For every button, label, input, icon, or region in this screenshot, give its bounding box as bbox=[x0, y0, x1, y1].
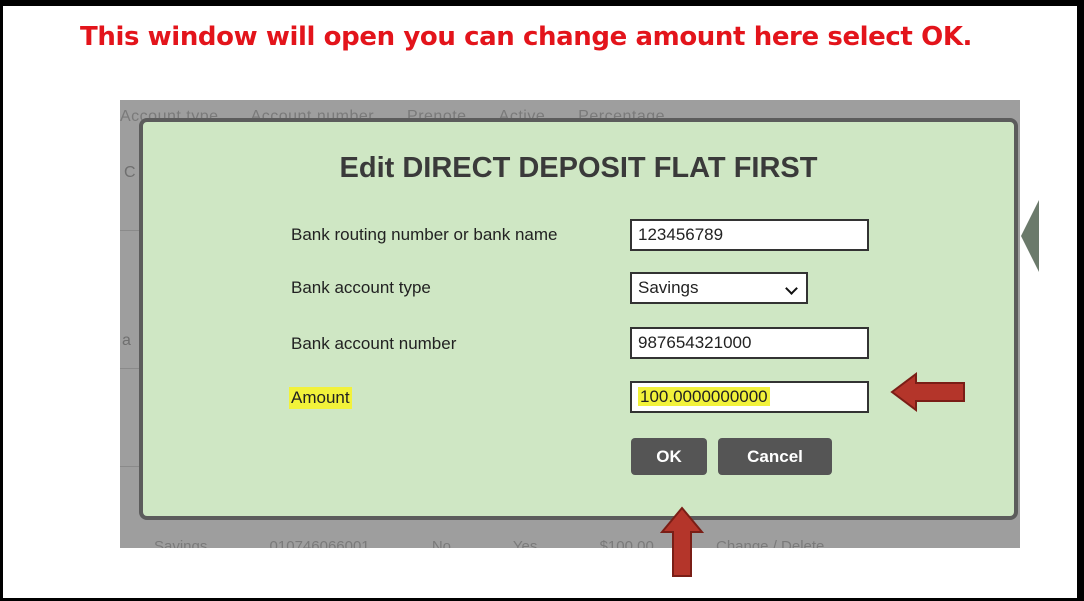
account-number-input[interactable]: 987654321000 bbox=[630, 327, 869, 359]
bg-divider bbox=[120, 466, 140, 467]
chevron-down-icon bbox=[785, 282, 798, 295]
arrow-up-icon bbox=[660, 506, 704, 577]
bg-divider bbox=[120, 230, 140, 231]
bg-cell: Yes bbox=[512, 538, 538, 548]
bg-divider bbox=[120, 368, 140, 369]
cancel-label: Cancel bbox=[747, 447, 803, 466]
routing-value: 123456789 bbox=[638, 225, 724, 244]
bg-fragment-c: C bbox=[124, 164, 136, 181]
account-type-select[interactable]: Savings bbox=[630, 272, 808, 304]
annotation-headline: This window will open you can change amo… bbox=[80, 22, 973, 52]
amount-label: Amount bbox=[289, 387, 352, 409]
background-table-row: Savings 010746066001 No Yes $100.00 Chan… bbox=[154, 538, 1014, 548]
account-number-value: 987654321000 bbox=[638, 333, 752, 352]
routing-label: Bank routing number or bank name bbox=[291, 225, 558, 244]
arrow-left-icon bbox=[890, 372, 965, 412]
bg-cell: Savings bbox=[154, 538, 208, 548]
bg-fragment-la: l a bbox=[120, 332, 131, 349]
amount-input[interactable]: 100.0000000000 bbox=[630, 381, 869, 413]
chevron-left-icon bbox=[1021, 200, 1039, 272]
ok-button[interactable]: OK bbox=[631, 438, 707, 475]
amount-value: 100.0000000000 bbox=[638, 387, 770, 406]
cancel-button[interactable]: Cancel bbox=[718, 438, 832, 475]
dialog-title: Edit DIRECT DEPOSIT FLAT FIRST bbox=[339, 152, 818, 184]
bg-cell: Change / Delete bbox=[715, 538, 825, 548]
account-type-label: Bank account type bbox=[291, 278, 431, 297]
account-number-label: Bank account number bbox=[291, 334, 457, 353]
bg-cell: No bbox=[431, 538, 452, 548]
bg-cell: $100.00 bbox=[599, 538, 654, 548]
bg-cell: 010746066001 bbox=[269, 538, 370, 548]
routing-input[interactable]: 123456789 bbox=[630, 219, 869, 251]
edit-direct-deposit-dialog: Edit DIRECT DEPOSIT FLAT FIRST Bank rout… bbox=[139, 118, 1018, 520]
account-type-selected: Savings bbox=[638, 278, 699, 297]
